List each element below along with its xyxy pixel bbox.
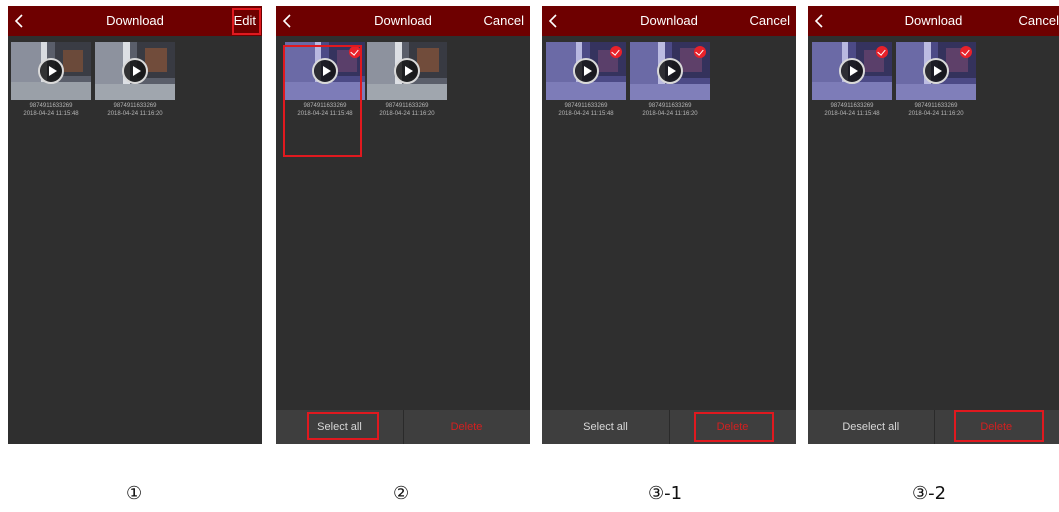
back-chevron-icon[interactable] bbox=[547, 13, 561, 29]
step-label-1: ① bbox=[126, 483, 143, 504]
delete-button[interactable]: Delete bbox=[669, 410, 796, 444]
back-chevron-icon[interactable] bbox=[13, 13, 27, 29]
screen-1: Download Edit 9874911633269 2018-04-24 11… bbox=[8, 6, 262, 444]
bottom-bar: Select all Delete bbox=[542, 410, 796, 444]
video-time: 2018-04-24 11:16:20 bbox=[379, 111, 435, 117]
play-icon[interactable] bbox=[573, 58, 599, 84]
video-id: 9874911633269 bbox=[564, 103, 608, 109]
video-caption: 9874911633269 2018-04-24 11:16:20 bbox=[894, 102, 978, 118]
video-time: 2018-04-24 11:16:20 bbox=[642, 111, 698, 117]
cancel-button[interactable]: Cancel bbox=[750, 13, 790, 28]
video-thumbnail[interactable] bbox=[896, 42, 976, 100]
video-thumbnail[interactable] bbox=[630, 42, 710, 100]
video-id: 9874911633269 bbox=[648, 103, 692, 109]
check-circle-icon[interactable] bbox=[349, 46, 361, 58]
edit-button[interactable]: Edit bbox=[234, 13, 256, 28]
top-bar: Download Cancel bbox=[808, 6, 1059, 36]
video-thumbnail[interactable] bbox=[285, 42, 365, 100]
play-icon[interactable] bbox=[923, 58, 949, 84]
top-bar: Download Cancel bbox=[542, 6, 796, 36]
cancel-button[interactable]: Cancel bbox=[1019, 13, 1059, 28]
video-thumbnail[interactable] bbox=[11, 42, 91, 100]
page-title: Download bbox=[106, 13, 164, 28]
play-icon[interactable] bbox=[839, 58, 865, 84]
step-label-3-1: ③-1 bbox=[648, 483, 683, 504]
video-time: 2018-04-24 11:15:48 bbox=[297, 111, 353, 117]
top-bar: Download Edit bbox=[8, 6, 262, 36]
step-label-2: ② bbox=[393, 483, 410, 504]
video-caption: 9874911633269 2018-04-24 11:15:48 bbox=[544, 102, 628, 118]
video-thumbnail[interactable] bbox=[546, 42, 626, 100]
video-id: 9874911633269 bbox=[914, 103, 958, 109]
video-id: 9874911633269 bbox=[830, 103, 874, 109]
video-caption: 9874911633269 2018-04-24 11:15:48 bbox=[283, 102, 367, 118]
back-chevron-icon[interactable] bbox=[281, 13, 295, 29]
screen-3-1: Download Cancel 9874911633269 2018-04-24 … bbox=[542, 6, 796, 444]
video-caption: 9874911633269 2018-04-24 11:15:48 bbox=[9, 102, 93, 118]
select-all-button[interactable]: Select all bbox=[542, 410, 669, 444]
delete-button[interactable]: Delete bbox=[403, 410, 530, 444]
check-circle-icon[interactable] bbox=[876, 46, 888, 58]
video-thumbnail[interactable] bbox=[812, 42, 892, 100]
top-bar: Download Cancel bbox=[276, 6, 530, 36]
check-circle-icon[interactable] bbox=[960, 46, 972, 58]
play-icon[interactable] bbox=[122, 58, 148, 84]
delete-button[interactable]: Delete bbox=[934, 410, 1059, 444]
video-id: 9874911633269 bbox=[113, 103, 157, 109]
video-time: 2018-04-24 11:16:20 bbox=[107, 111, 163, 117]
bottom-bar: Deselect all Delete bbox=[808, 410, 1059, 444]
check-circle-icon[interactable] bbox=[694, 46, 706, 58]
screen-3-2: Download Cancel 9874911633269 2018-04-24 … bbox=[808, 6, 1059, 444]
video-id: 9874911633269 bbox=[303, 103, 347, 109]
select-all-button[interactable]: Select all bbox=[276, 410, 403, 444]
play-icon[interactable] bbox=[38, 58, 64, 84]
video-caption: 9874911633269 2018-04-24 11:16:20 bbox=[93, 102, 177, 118]
check-circle-icon[interactable] bbox=[610, 46, 622, 58]
video-id: 9874911633269 bbox=[385, 103, 429, 109]
step-label-3-2: ③-2 bbox=[912, 483, 947, 504]
video-time: 2018-04-24 11:15:48 bbox=[558, 111, 614, 117]
video-caption: 9874911633269 2018-04-24 11:15:48 bbox=[810, 102, 894, 118]
play-icon[interactable] bbox=[312, 58, 338, 84]
video-caption: 9874911633269 2018-04-24 11:16:20 bbox=[365, 102, 449, 118]
video-thumbnail[interactable] bbox=[95, 42, 175, 100]
video-time: 2018-04-24 11:15:48 bbox=[23, 111, 79, 117]
cancel-button[interactable]: Cancel bbox=[484, 13, 524, 28]
deselect-all-button[interactable]: Deselect all bbox=[808, 410, 934, 444]
video-id: 9874911633269 bbox=[29, 103, 73, 109]
video-thumbnail[interactable] bbox=[367, 42, 447, 100]
play-icon[interactable] bbox=[657, 58, 683, 84]
play-icon[interactable] bbox=[394, 58, 420, 84]
screen-2: Download Cancel 9874911633269 2018-04-24 … bbox=[276, 6, 530, 444]
video-time: 2018-04-24 11:15:48 bbox=[824, 111, 880, 117]
bottom-bar: Select all Delete bbox=[276, 410, 530, 444]
back-chevron-icon[interactable] bbox=[813, 13, 827, 29]
video-caption: 9874911633269 2018-04-24 11:16:20 bbox=[628, 102, 712, 118]
video-time: 2018-04-24 11:16:20 bbox=[908, 111, 964, 117]
